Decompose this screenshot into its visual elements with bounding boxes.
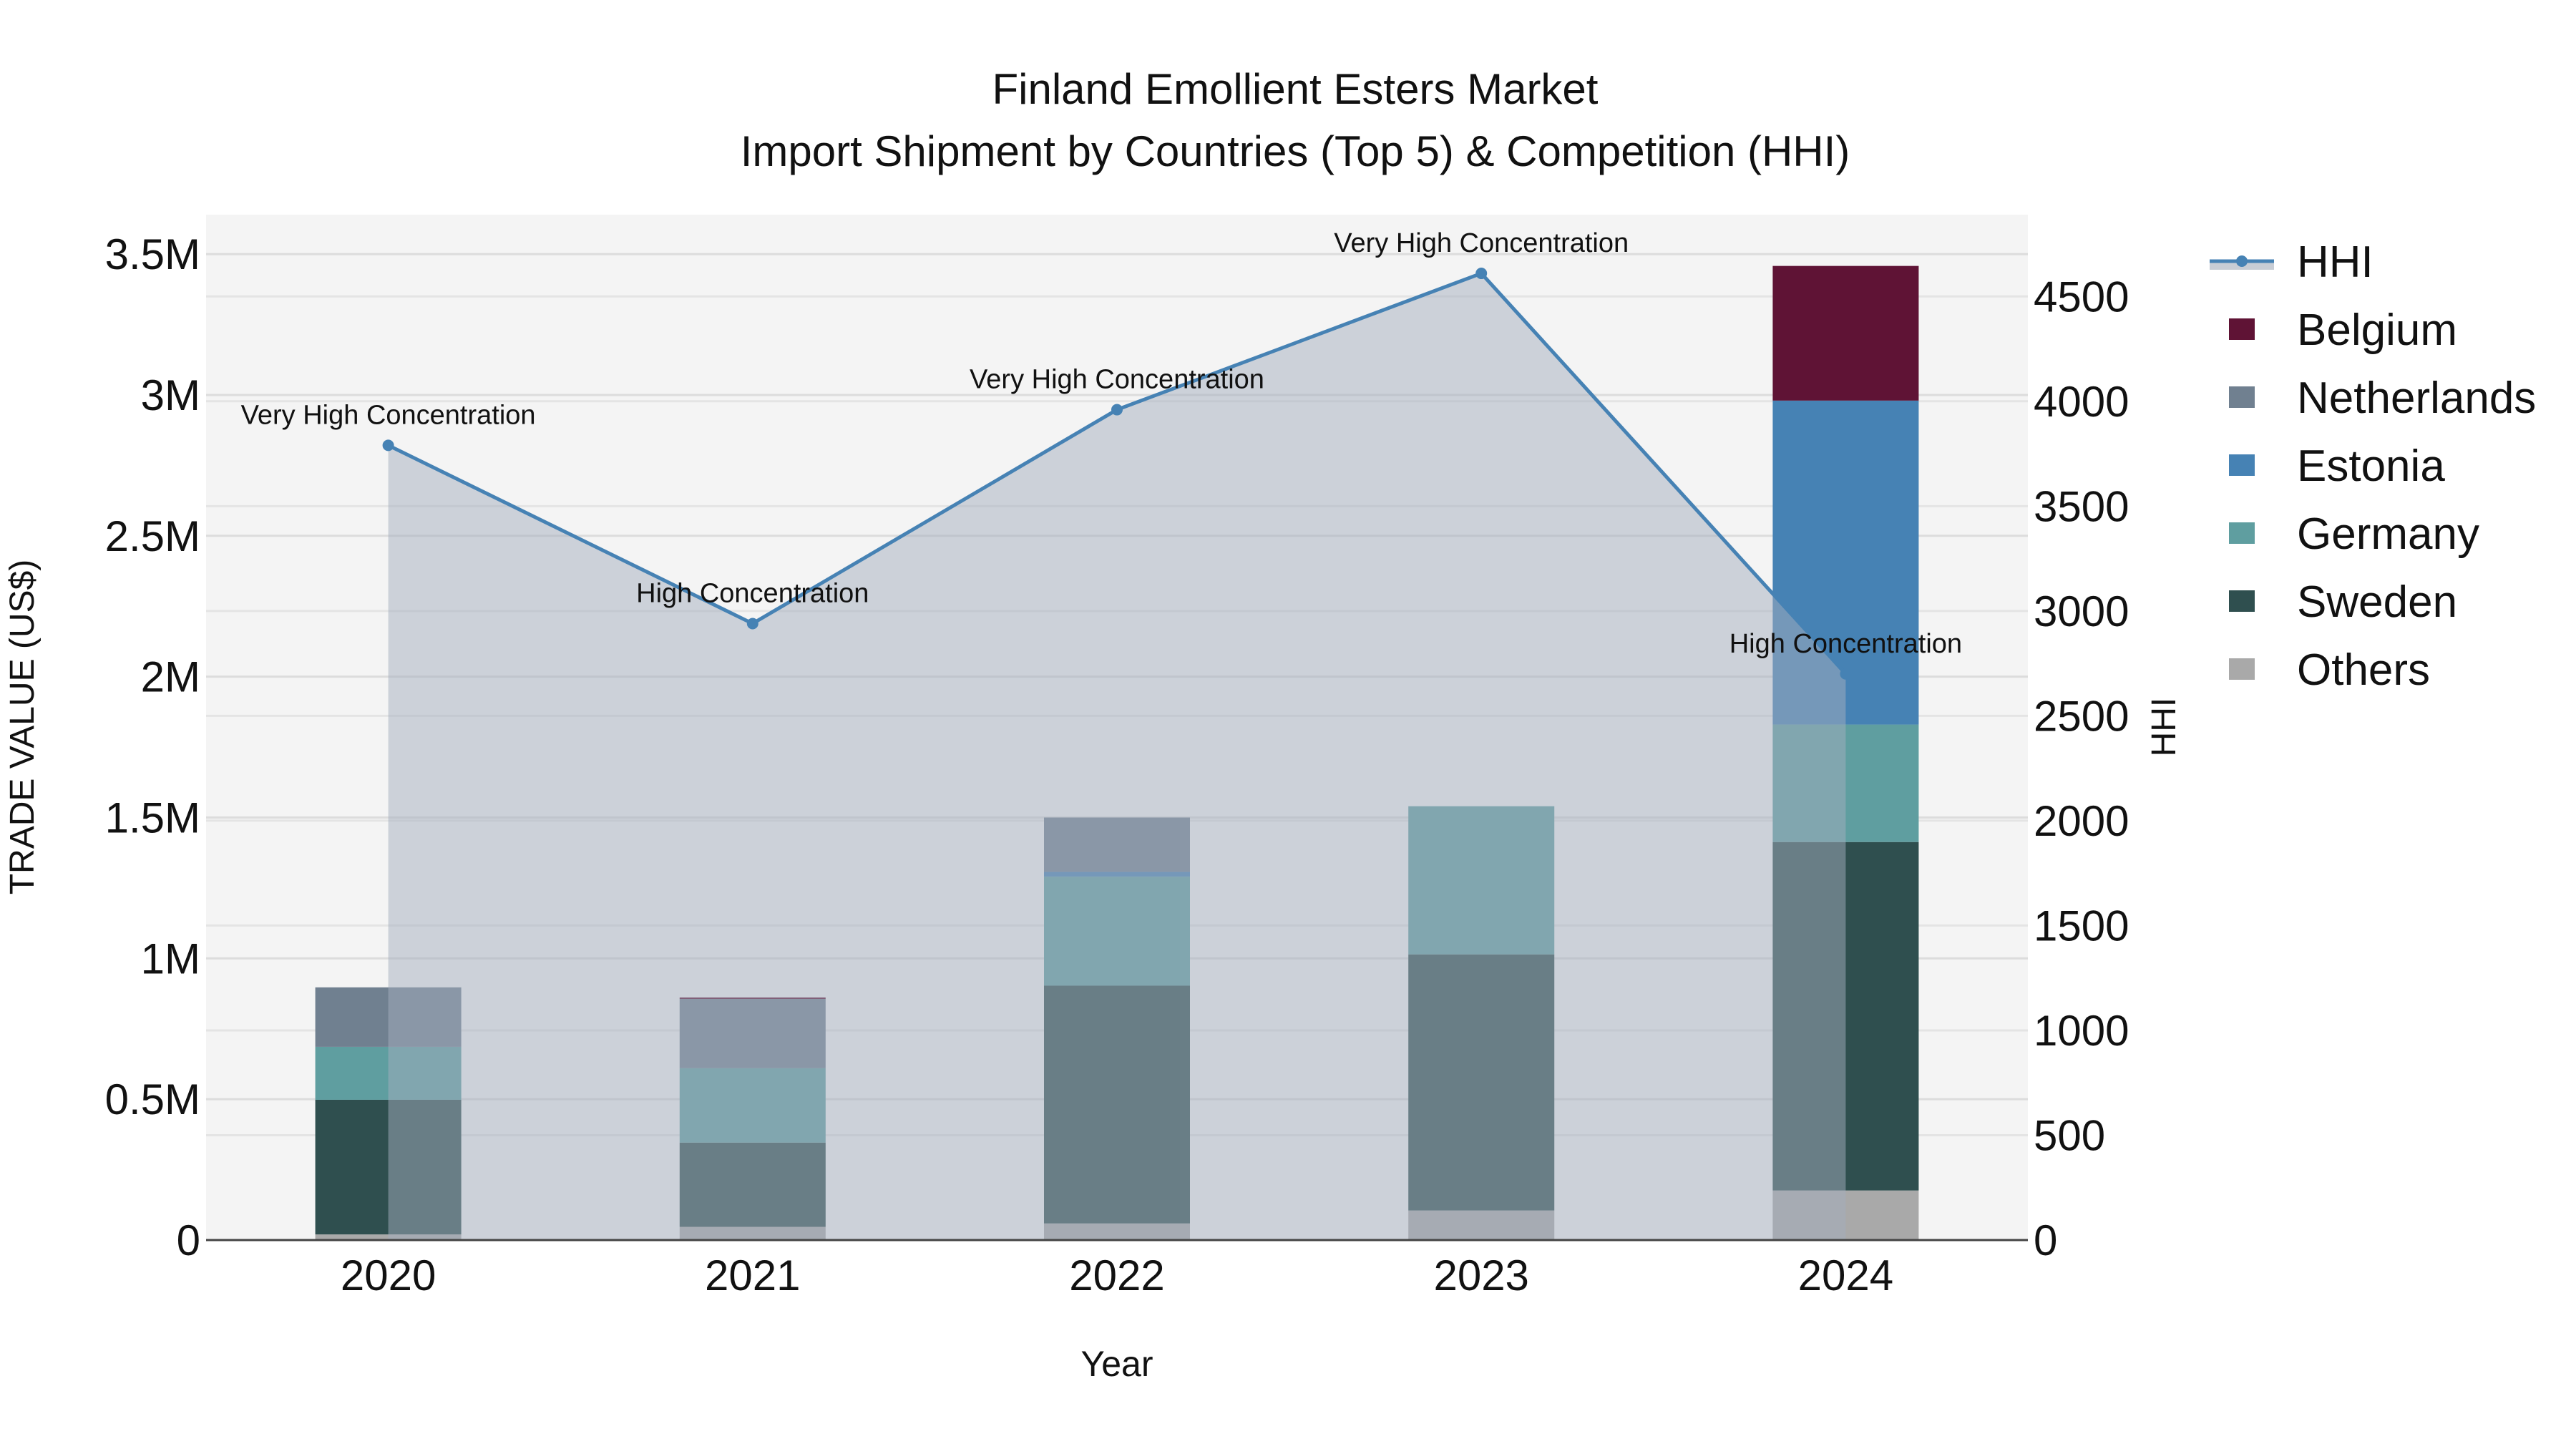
y-tick-label: 1M [141, 935, 200, 982]
legend-label: Sweden [2297, 577, 2457, 627]
legend-swatch-others [2229, 658, 2255, 680]
y2-tick-label: 1000 [2034, 1007, 2129, 1055]
bar-belgium-2024 [1772, 265, 1919, 401]
legend-item-belgium: Belgium [2229, 306, 2457, 355]
legend-item-hhi: HHI [2210, 238, 2373, 287]
y-axis-title: TRADE VALUE (US$) [4, 560, 42, 895]
y2-tick-label: 3000 [2034, 587, 2129, 635]
y-tick-label: 2M [141, 653, 200, 701]
y-tick-label: 2.5M [105, 512, 200, 560]
y2-tick-label: 4500 [2034, 273, 2129, 321]
legend-label: Belgium [2297, 306, 2457, 355]
legend-swatch-sweden [2229, 590, 2255, 612]
legend-label: HHI [2297, 238, 2373, 287]
legend-label: Others [2297, 645, 2430, 695]
legend-label: Estonia [2297, 441, 2445, 491]
legend-item-others: Others [2229, 645, 2430, 695]
legend: HHI Belgium Netherlands Estonia Germany Swede… [2210, 238, 2536, 695]
chart: Very High Concentration High Concentratio… [4, 65, 2536, 1384]
y2-tick-label: 2500 [2034, 692, 2129, 740]
hhi-annotation-2024: High Concentration [1729, 629, 1962, 659]
legend-swatch-estonia [2229, 454, 2255, 476]
x-tick-label: 2024 [1798, 1252, 1893, 1299]
legend-item-estonia: Estonia [2229, 441, 2445, 491]
y-tick-label: 0 [177, 1216, 200, 1264]
legend-label: Germany [2297, 509, 2479, 559]
y2-tick-label: 500 [2034, 1111, 2105, 1159]
y-tick-label: 0.5M [105, 1075, 200, 1123]
y2-tick-label: 1500 [2034, 902, 2129, 950]
y2-tick-label: 2000 [2034, 797, 2129, 845]
hhi-point-2022 [1111, 404, 1123, 416]
x-tick-label: 2022 [1069, 1252, 1164, 1299]
hhi-point-2023 [1475, 268, 1488, 280]
x-tick-label: 2023 [1433, 1252, 1528, 1299]
hhi-annotation-2022: Very High Concentration [970, 365, 1264, 395]
legend-swatch-germany [2229, 522, 2255, 544]
legend-label: Netherlands [2297, 374, 2536, 423]
legend-item-sweden: Sweden [2229, 577, 2457, 627]
y-tick-label: 3.5M [105, 230, 200, 278]
chart-subtitle: Import Shipment by Countries (Top 5) & C… [741, 127, 1850, 175]
y2-tick-label: 4000 [2034, 378, 2129, 426]
legend-hhi-marker [2236, 255, 2248, 267]
y2-axis-title: HHI [2145, 698, 2183, 757]
x-tick-label: 2021 [705, 1252, 800, 1299]
legend-item-germany: Germany [2229, 509, 2479, 559]
legend-swatch-belgium [2229, 318, 2255, 340]
y2-tick-label: 3500 [2034, 482, 2129, 530]
legend-item-netherlands: Netherlands [2229, 374, 2536, 423]
x-tick-label: 2020 [341, 1252, 436, 1299]
hhi-point-2024 [1840, 668, 1852, 680]
y-tick-label: 1.5M [105, 794, 200, 841]
hhi-annotation-2021: High Concentration [636, 578, 869, 608]
y2-tick-label: 0 [2034, 1216, 2057, 1264]
hhi-point-2020 [382, 439, 394, 452]
hhi-point-2021 [746, 618, 758, 630]
legend-swatch-netherlands [2229, 386, 2255, 408]
x-axis-title: Year [1080, 1344, 1153, 1384]
y-tick-label: 3M [141, 371, 200, 419]
chart-title: Finland Emollient Esters Market [992, 65, 1599, 113]
hhi-annotation-2020: Very High Concentration [241, 400, 536, 430]
hhi-annotation-2023: Very High Concentration [1334, 228, 1629, 258]
